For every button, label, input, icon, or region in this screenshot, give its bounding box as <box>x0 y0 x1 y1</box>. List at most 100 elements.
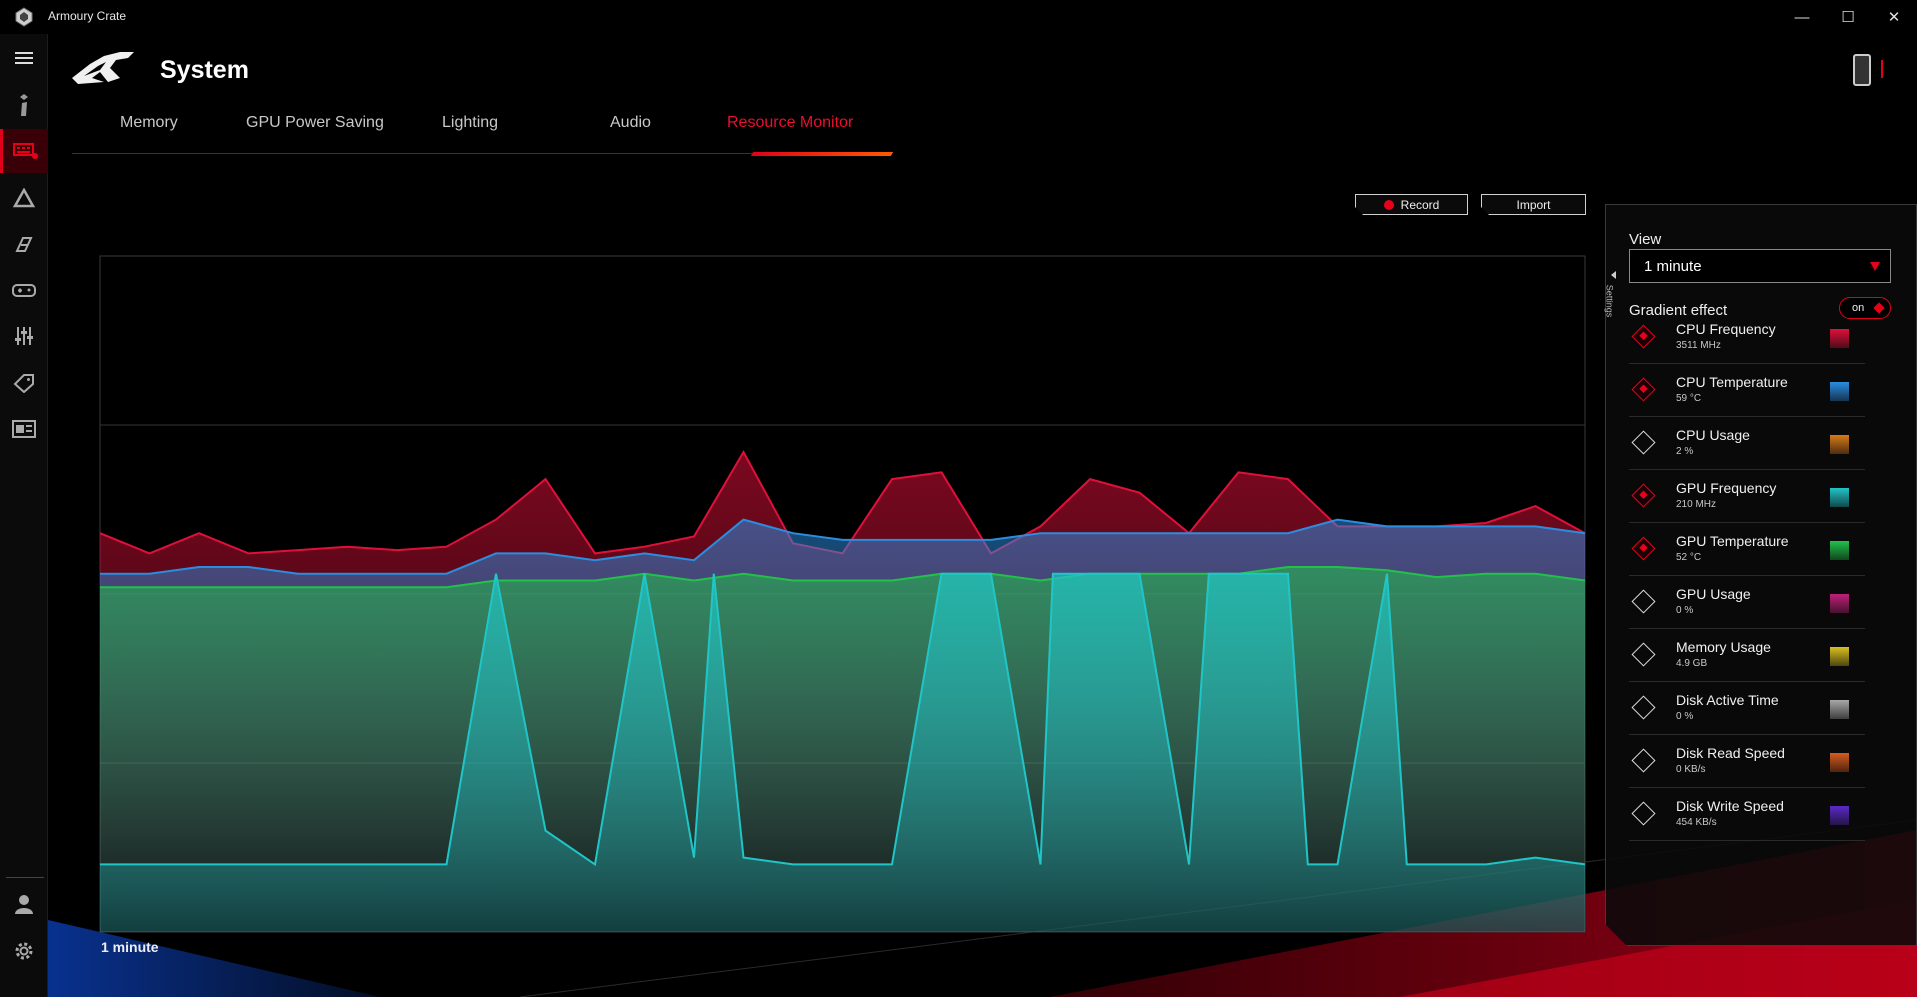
record-button[interactable]: Record <box>1355 194 1468 215</box>
metric-name: Memory Usage <box>1676 639 1771 655</box>
phone-status-mark <box>1881 60 1883 78</box>
settings-collapse-tab[interactable]: Settings <box>1604 268 1621 332</box>
metric-name: CPU Temperature <box>1676 374 1788 390</box>
toggle-knob <box>1873 302 1884 313</box>
metric-color-swatch[interactable] <box>1830 806 1849 825</box>
metric-color-swatch[interactable] <box>1830 541 1849 560</box>
sidebar-item-settings-tuning[interactable] <box>0 314 48 358</box>
metric-name: CPU Frequency <box>1676 321 1776 337</box>
import-button-label: Import <box>1516 197 1551 212</box>
device-icon <box>12 143 38 159</box>
metric-row: GPU Temperature 52 °C <box>1629 523 1865 576</box>
tab-resource-monitor[interactable]: Resource Monitor <box>727 114 853 132</box>
metric-value: 210 MHz <box>1676 499 1717 510</box>
tab-audio[interactable]: Audio <box>610 114 651 132</box>
sidebar-item-featured[interactable] <box>0 407 48 451</box>
metric-checkbox[interactable] <box>1631 324 1655 348</box>
metric-value: 0 % <box>1676 605 1694 616</box>
featured-icon <box>12 420 36 438</box>
record-dot-icon <box>1384 200 1394 210</box>
tag-icon <box>13 374 34 393</box>
metric-row: GPU Frequency 210 MHz <box>1629 470 1865 523</box>
metric-checkbox[interactable] <box>1631 536 1655 560</box>
tab-memory[interactable]: Memory <box>120 114 178 132</box>
tab-bar: Memory GPU Power Saving Lighting Audio R… <box>72 114 894 156</box>
metric-name: GPU Usage <box>1676 586 1751 602</box>
sidebar-item-aura-sync[interactable] <box>0 176 48 220</box>
user-icon <box>15 895 33 914</box>
settings-panel: View 1 minute Gradient effect on CPU Fre… <box>1605 204 1917 946</box>
sidebar-item-deals[interactable] <box>0 361 48 405</box>
metric-color-swatch[interactable] <box>1830 753 1849 772</box>
metric-checkbox[interactable] <box>1631 430 1655 454</box>
settings-tab-label: Settings <box>1604 284 1615 318</box>
rog-logo <box>72 52 134 84</box>
import-button[interactable]: Import <box>1481 194 1586 215</box>
metric-color-swatch[interactable] <box>1830 382 1849 401</box>
chart-time-range-label: 1 minute <box>101 939 159 955</box>
metric-value: 52 °C <box>1676 552 1702 563</box>
sidebar-item-user[interactable] <box>0 882 48 926</box>
metric-checkbox[interactable] <box>1631 377 1655 401</box>
metric-name: Disk Write Speed <box>1676 798 1784 814</box>
game-visual-icon <box>15 237 33 252</box>
metric-color-swatch[interactable] <box>1830 647 1849 666</box>
metric-color-swatch[interactable] <box>1830 329 1849 348</box>
sidebar-item-settings[interactable] <box>0 929 48 973</box>
active-tab-indicator <box>750 152 894 156</box>
metric-value: 2 % <box>1676 446 1694 457</box>
metric-name: GPU Temperature <box>1676 533 1789 549</box>
metric-row: GPU Usage 0 % <box>1629 576 1865 629</box>
metric-color-swatch[interactable] <box>1830 700 1849 719</box>
metric-color-swatch[interactable] <box>1830 435 1849 454</box>
page-title: System <box>160 56 249 84</box>
metric-checkbox[interactable] <box>1631 483 1655 507</box>
metric-row: Disk Read Speed 0 KB/s <box>1629 735 1865 788</box>
record-button-label: Record <box>1400 197 1440 212</box>
metric-name: CPU Usage <box>1676 427 1750 443</box>
metric-value: 0 KB/s <box>1676 764 1706 775</box>
metric-row: Disk Active Time 0 % <box>1629 682 1865 735</box>
armoury-crate-logo-icon <box>15 7 33 27</box>
metric-checkbox[interactable] <box>1631 695 1655 719</box>
metric-name: GPU Frequency <box>1676 480 1777 496</box>
sidebar-item-gamepad[interactable] <box>0 268 48 312</box>
metric-value: 59 °C <box>1676 393 1702 404</box>
metric-row: CPU Usage 2 % <box>1629 417 1865 470</box>
sidebar-item-home[interactable] <box>0 83 48 127</box>
aura-sync-icon <box>13 188 35 208</box>
metric-row: CPU Frequency 3511 MHz <box>1629 311 1865 364</box>
phone-icon[interactable] <box>1853 54 1871 86</box>
menu-button[interactable] <box>0 36 48 80</box>
metric-value: 454 KB/s <box>1676 817 1717 828</box>
metric-checkbox[interactable] <box>1631 748 1655 772</box>
metric-checkbox[interactable] <box>1631 589 1655 613</box>
metric-color-swatch[interactable] <box>1830 594 1849 613</box>
view-dropdown-value: 1 minute <box>1644 258 1702 275</box>
info-icon <box>20 94 28 116</box>
view-dropdown[interactable]: 1 minute <box>1629 249 1891 283</box>
tab-lighting[interactable]: Lighting <box>442 114 498 132</box>
metric-value: 0 % <box>1676 711 1694 722</box>
menu-icon <box>15 52 33 64</box>
page-header: System Memory GPU Power Saving Lighting … <box>48 34 1917 156</box>
chevron-down-icon <box>1870 262 1880 271</box>
minimize-button[interactable]: — <box>1779 0 1825 34</box>
sidebar-item-device[interactable] <box>0 129 48 173</box>
metric-color-swatch[interactable] <box>1830 488 1849 507</box>
metric-row: Disk Write Speed 454 KB/s <box>1629 788 1865 841</box>
metric-row: Memory Usage 4.9 GB <box>1629 629 1865 682</box>
metric-checkbox[interactable] <box>1631 642 1655 666</box>
sidebar-divider <box>6 877 44 878</box>
resource-chart-svg <box>99 255 1586 933</box>
maximize-button[interactable]: ☐ <box>1825 0 1871 34</box>
metric-name: Disk Active Time <box>1676 692 1779 708</box>
sidebar-item-game-visual[interactable] <box>0 222 48 266</box>
metric-value: 3511 MHz <box>1676 340 1721 351</box>
app-title: Armoury Crate <box>48 9 127 23</box>
close-button[interactable]: ✕ <box>1871 0 1917 34</box>
tab-gpu-power-saving[interactable]: GPU Power Saving <box>246 114 384 132</box>
metric-row: CPU Temperature 59 °C <box>1629 364 1865 417</box>
metric-checkbox[interactable] <box>1631 801 1655 825</box>
title-bar: Armoury Crate — ☐ ✕ <box>0 0 1917 34</box>
